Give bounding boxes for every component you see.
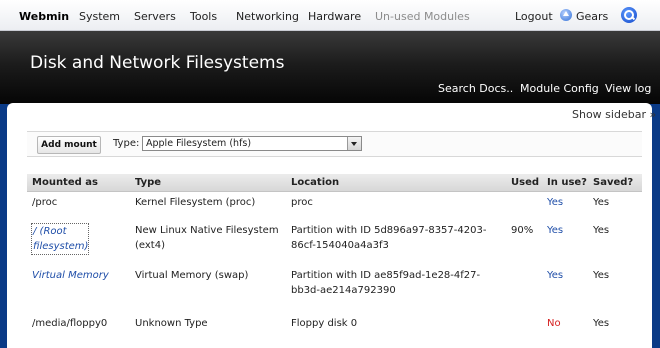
gears-link[interactable]: Gears [576, 10, 608, 23]
col-location[interactable]: Location [291, 177, 339, 188]
row-location: Partition with ID 5d896a97-8357-4203-86c… [291, 225, 487, 251]
row-mounted-as[interactable]: Virtual Memory [32, 268, 109, 283]
add-mount-button[interactable]: Add mount [37, 136, 101, 154]
row-location: Floppy disk 0 [291, 318, 358, 329]
filesystem-type-select[interactable]: Apple Filesystem (hfs) [142, 136, 362, 151]
menu-webmin[interactable]: Webmin [19, 10, 69, 23]
row-saved: Yes [593, 225, 610, 236]
row-mounted-as[interactable]: /proc [32, 195, 57, 210]
search-docs-link[interactable]: Search Docs.. [438, 82, 513, 95]
content-panel: Show sidebar » Add mount Type: Apple Fil… [7, 103, 656, 348]
row-saved: Yes [593, 270, 610, 281]
row-type: Kernel Filesystem (proc) [135, 197, 256, 208]
row-mounted-as[interactable]: /media/floppy0 [32, 316, 107, 331]
table-row: / (Root filesystem) New Linux Native Fil… [27, 222, 642, 256]
row-saved: Yes [593, 197, 610, 208]
mount-controls: Add mount Type: Apple Filesystem (hfs) [27, 131, 642, 157]
col-type[interactable]: Type [135, 177, 161, 188]
menu-system[interactable]: System [79, 10, 120, 23]
row-type: Virtual Memory (swap) [135, 270, 249, 281]
row-in-use[interactable]: Yes [547, 195, 563, 210]
module-config-link[interactable]: Module Config [520, 82, 599, 95]
col-mounted-as[interactable]: Mounted as [32, 177, 98, 188]
row-in-use[interactable]: No [547, 316, 561, 331]
col-used[interactable]: Used [511, 177, 539, 188]
table-row: /proc Kernel Filesystem (proc) proc Yes … [27, 194, 642, 216]
row-type: New Linux Native Filesystem (ext4) [135, 225, 279, 251]
menu-servers[interactable]: Servers [134, 10, 176, 23]
search-icon[interactable] [621, 7, 637, 23]
row-mounted-as[interactable]: / (Root filesystem) [31, 223, 89, 255]
table-header: Mounted as Type Location Used In use? Sa… [27, 174, 642, 192]
col-in-use[interactable]: In use? [547, 177, 587, 188]
view-log-link[interactable]: View log [605, 82, 651, 95]
type-label: Type: [113, 138, 140, 149]
row-location: proc [291, 197, 313, 208]
menu-networking[interactable]: Networking [236, 10, 299, 23]
show-sidebar-link[interactable]: Show sidebar » [572, 108, 656, 121]
page-title: Disk and Network Filesystems [30, 53, 285, 73]
menu-hardware[interactable]: Hardware [308, 10, 361, 23]
gears-icon [560, 9, 572, 21]
chevron-down-icon[interactable] [347, 137, 361, 150]
row-type: Unknown Type [135, 318, 208, 329]
table-row: /media/floppy0 Unknown Type Floppy disk … [27, 315, 642, 335]
col-saved[interactable]: Saved? [593, 177, 633, 188]
row-in-use[interactable]: Yes [547, 223, 563, 238]
row-location: Partition with ID ae85f9ad-1e28-4f27-bb3… [291, 270, 481, 296]
row-saved: Yes [593, 318, 610, 329]
module-header: Disk and Network Filesystems Search Docs… [0, 31, 660, 104]
top-menu-bar: Webmin System Servers Tools Networking H… [0, 0, 660, 31]
type-select-value: Apple Filesystem (hfs) [146, 138, 252, 149]
menu-unused-modules[interactable]: Un-used Modules [375, 10, 470, 23]
row-in-use[interactable]: Yes [547, 268, 563, 283]
row-used: 90% [511, 225, 534, 236]
menu-tools[interactable]: Tools [190, 10, 217, 23]
logout-link[interactable]: Logout [515, 10, 553, 23]
table-row: Virtual Memory Virtual Memory (swap) Par… [27, 267, 642, 301]
